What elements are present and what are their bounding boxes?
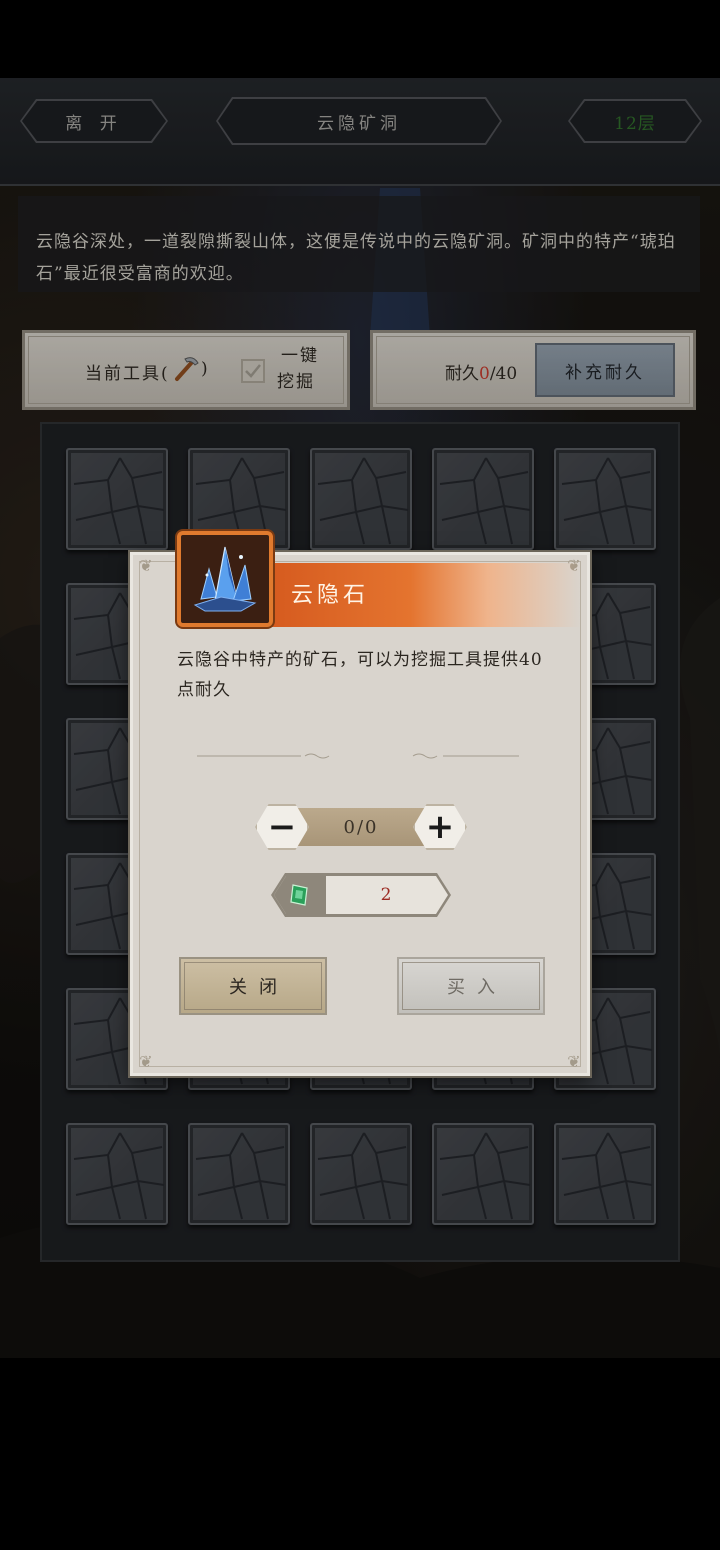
game-screen: 离 开 云隐矿洞 12层 云隐谷深处，一道裂隙撕裂山体，这便是传说中的云隐矿洞。… <box>0 0 720 1550</box>
corner-ornament-icon: ❦ <box>567 1052 581 1071</box>
price-value: 2 <box>380 885 392 905</box>
item-title: 云隐石 <box>291 583 370 608</box>
plus-icon: + <box>425 807 455 847</box>
close-button-label: 关闭 <box>229 977 289 998</box>
buy-button[interactable]: 买入 <box>397 957 545 1015</box>
quantity-stepper: 0/0 − + <box>255 804 467 850</box>
item-icon-frame <box>177 531 273 627</box>
item-purchase-dialog: ❦ ❦ ❦ ❦ 云隐石 云隐谷中特产的矿石，可以为挖掘工具提供40点耐久 <box>130 531 590 1076</box>
ornament-divider-left <box>197 753 330 759</box>
corner-ornament-icon: ❦ <box>139 556 153 575</box>
minus-icon: − <box>267 807 297 847</box>
price-display: 2 <box>271 873 451 917</box>
close-button[interactable]: 关闭 <box>179 957 327 1015</box>
jade-currency-icon <box>287 883 311 907</box>
blue-crystal-icon <box>193 546 257 612</box>
item-description: 云隐谷中特产的矿石，可以为挖掘工具提供40点耐久 <box>177 650 543 700</box>
ornament-divider-right <box>412 753 519 759</box>
corner-ornament-icon: ❦ <box>139 1052 153 1071</box>
buy-button-label: 买入 <box>447 977 507 998</box>
